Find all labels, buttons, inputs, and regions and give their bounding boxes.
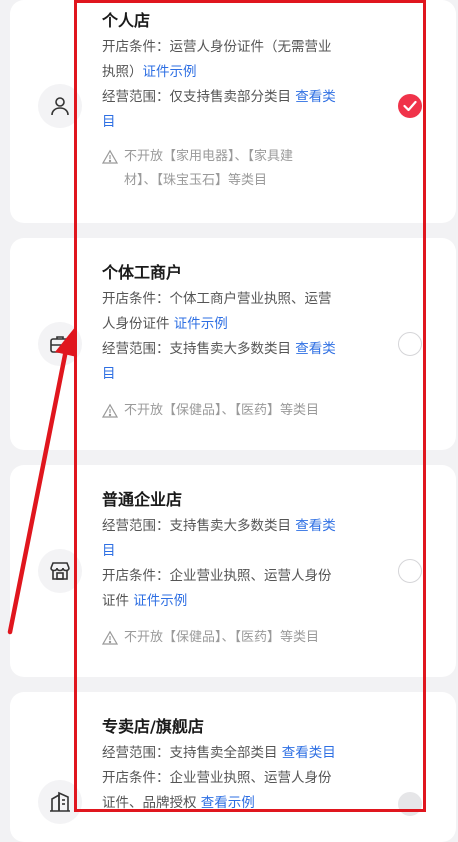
warning-icon — [102, 630, 118, 645]
restriction-notice: 不开放【家用电器】、【家具建 材】、【珠宝玉石】等类目 — [102, 145, 377, 193]
open-conditions: 开店条件：企业营业执照、运营人身份 证件 证件示例 — [102, 568, 332, 609]
view-example-link[interactable]: 查看示例 — [201, 795, 255, 811]
disabled-radio[interactable] — [398, 792, 422, 816]
view-categories-link[interactable]: 查看类 — [295, 518, 336, 534]
store-type-title: 专卖店/旗舰店 — [102, 717, 204, 736]
warning-icon — [102, 403, 118, 418]
store-type-card-personal[interactable]: 个人店 开店条件：运营人身份证件（无需营业 执照）证件示例 经营范围：仅支持售卖… — [10, 0, 456, 223]
open-conditions: 开店条件：企业营业执照、运营人身份 证件、品牌授权 查看示例 — [102, 770, 332, 811]
store-type-title: 个人店 — [102, 11, 151, 30]
storefront-icon — [38, 549, 82, 593]
warning-icon — [102, 149, 118, 164]
view-categories-link[interactable]: 查看类 — [295, 341, 336, 357]
business-scope: 经营范围：仅支持售卖部分类目 查看类 目 — [102, 89, 336, 130]
unselected-radio[interactable] — [398, 332, 422, 356]
store-type-title: 普通企业店 — [102, 490, 183, 509]
store-type-card-individual-business[interactable]: 个体工商户 开店条件：个体工商户营业执照、运营 人身份证件 证件示例 经营范围：… — [10, 238, 456, 450]
person-icon — [38, 84, 82, 128]
view-categories-link[interactable]: 查看类目 — [282, 745, 336, 761]
certificate-example-link[interactable]: 证件示例 — [143, 64, 197, 80]
open-conditions: 开店条件：运营人身份证件（无需营业 执照）证件示例 — [102, 39, 332, 80]
open-conditions: 开店条件：个体工商户营业执照、运营 人身份证件 证件示例 — [102, 291, 332, 332]
restriction-notice: 不开放【保健品】、【医药】等类目 — [102, 399, 377, 423]
restriction-notice: 不开放【保健品】、【医药】等类目 — [102, 626, 377, 650]
briefcase-icon — [38, 322, 82, 366]
business-scope: 经营范围：支持售卖全部类目 查看类目 — [102, 745, 336, 761]
store-type-title: 个体工商户 — [102, 263, 183, 282]
certificate-example-link[interactable]: 证件示例 — [133, 593, 187, 609]
certificate-example-link[interactable]: 证件示例 — [174, 316, 228, 332]
view-categories-link[interactable]: 查看类 — [295, 89, 336, 105]
unselected-radio[interactable] — [398, 559, 422, 583]
store-type-card-enterprise[interactable]: 普通企业店 经营范围：支持售卖大多数类目 查看类 目 开店条件：企业营业执照、运… — [10, 465, 456, 677]
business-scope: 经营范围：支持售卖大多数类目 查看类 目 — [102, 518, 336, 559]
business-scope: 经营范围：支持售卖大多数类目 查看类 目 — [102, 341, 336, 382]
building-icon — [38, 780, 82, 824]
selected-radio[interactable] — [398, 94, 422, 118]
